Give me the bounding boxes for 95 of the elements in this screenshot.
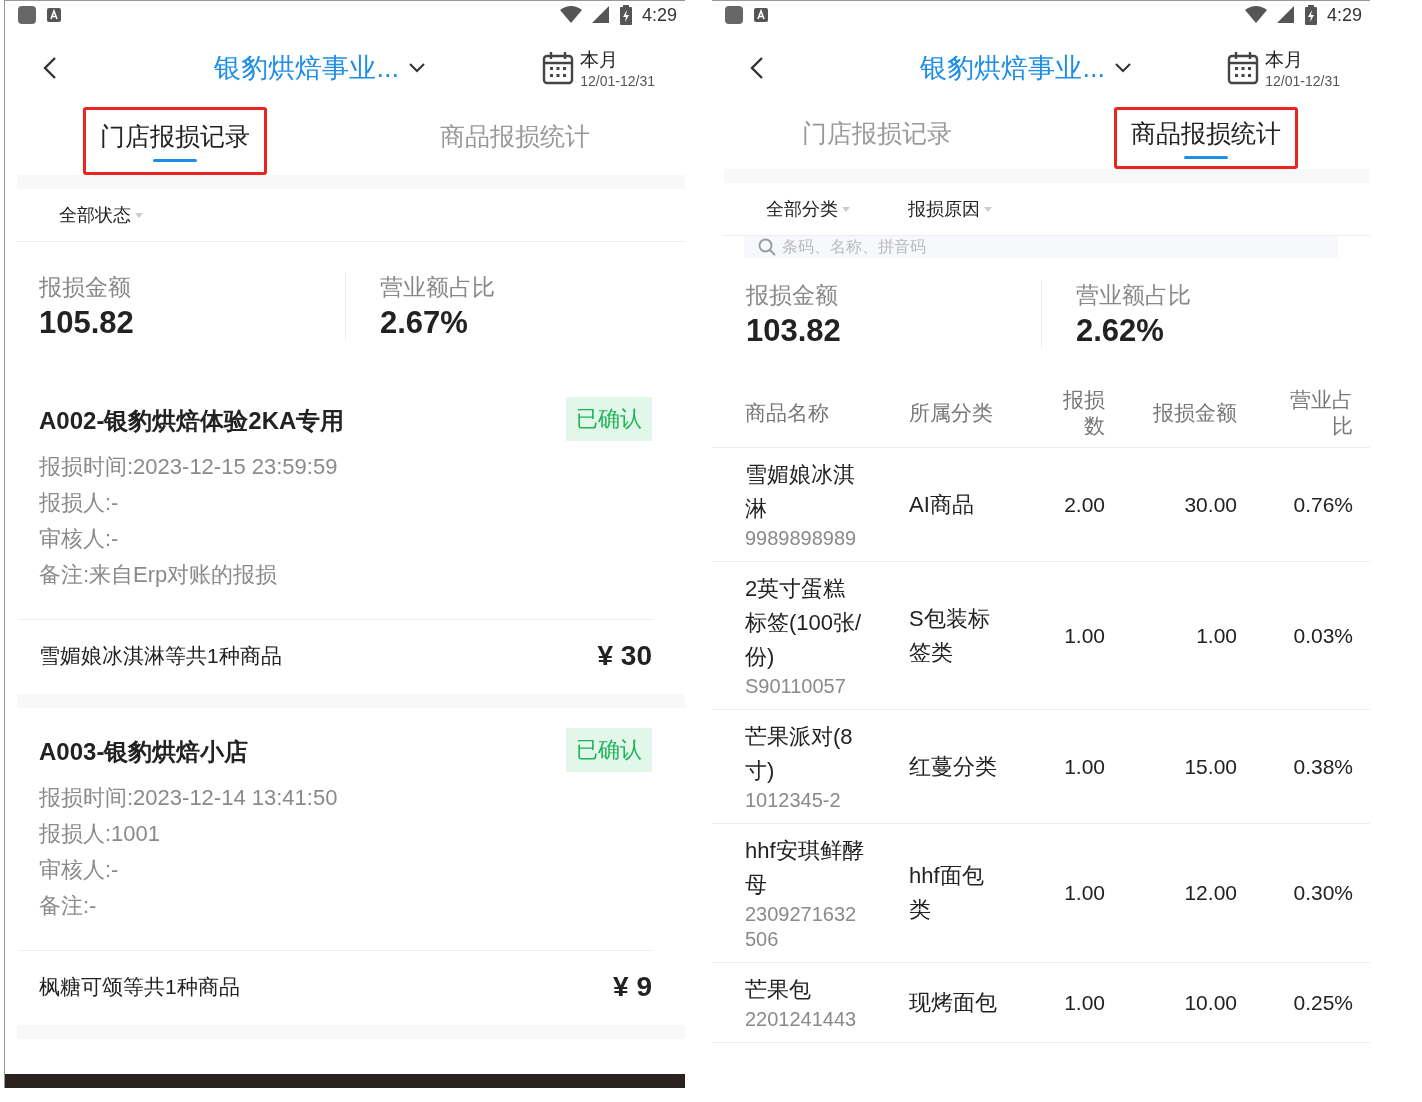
- signal-icon: [591, 6, 610, 24]
- date-range-picker[interactable]: 本月 12/01-12/31: [1227, 47, 1340, 89]
- filter-dropdown[interactable]: 全部分类: [766, 197, 850, 221]
- filter-dropdown[interactable]: 全部状态: [59, 203, 143, 227]
- amount-cell-text: 10.00: [1183, 990, 1237, 1015]
- product-name: 芒果派对(8寸): [745, 723, 854, 785]
- back-button[interactable]: [43, 56, 57, 80]
- category-cell-text: S包装标签类: [909, 604, 991, 667]
- tab[interactable]: 商品报损统计: [1113, 107, 1298, 169]
- record-amount: ¥ 30: [597, 640, 652, 672]
- column-header: 报损金额: [1152, 400, 1237, 426]
- product-code: 9989898989: [745, 526, 858, 551]
- summary-value: 2.62%: [1076, 313, 1165, 349]
- chevron-down-icon: [1114, 63, 1131, 73]
- quantity-cell-text: 1.00: [1063, 990, 1105, 1015]
- record-detail: 备注:来自Erp对账的报损: [39, 561, 279, 589]
- caret-icon: [842, 206, 850, 212]
- record-detail: 报损人:-: [39, 489, 120, 517]
- product-name: 雪媚娘冰淇淋: [745, 461, 856, 523]
- amount-cell-text: 1.00: [1195, 623, 1237, 648]
- app-icon: [724, 5, 744, 25]
- record-detail: 审核人:-: [39, 525, 120, 553]
- wifi-icon: [1244, 6, 1267, 24]
- quantity-cell-text: 1.00: [1063, 881, 1105, 905]
- date-range: 12/01-12/31: [1265, 73, 1340, 89]
- share-cell-text: 0.30%: [1292, 881, 1353, 905]
- product-name: 2英寸蛋糕标签(100张/份): [745, 575, 863, 671]
- share-cell-text: 0.25%: [1292, 990, 1353, 1015]
- summary-label: 营业额占比: [380, 273, 495, 302]
- product-code: S90110057: [745, 674, 847, 699]
- column-header: 报损数: [1062, 387, 1105, 439]
- summary-label: 报损金额: [746, 281, 839, 310]
- record-detail: 报损时间:2023-12-15 23:59:59: [39, 453, 339, 481]
- battery-icon: [619, 5, 632, 25]
- status-badge: 已确认: [566, 728, 652, 772]
- date-range: 12/01-12/31: [580, 73, 655, 89]
- battery-icon: [1304, 5, 1317, 25]
- quantity-cell-text: 2.00: [1063, 492, 1105, 517]
- amount-cell-text: 30.00: [1183, 492, 1237, 517]
- record-detail: 报损时间:2023-12-14 13:41:50: [39, 784, 339, 812]
- record-title: A002-银豹烘焙体验2KA专用: [39, 406, 345, 436]
- category-cell-text: AI商品: [909, 490, 975, 519]
- calendar-icon: [1227, 51, 1260, 85]
- summary-value: 105.82: [39, 305, 135, 341]
- amount-cell-text: 12.00: [1183, 881, 1237, 905]
- category-cell-text: 现烤面包: [909, 988, 998, 1017]
- date-range-picker[interactable]: 本月 12/01-12/31: [542, 47, 655, 89]
- product-code: 2309271632506: [745, 902, 858, 952]
- chevron-down-icon: [408, 63, 425, 73]
- column-header: 商品名称: [745, 400, 830, 426]
- wifi-icon: [559, 6, 582, 24]
- category-cell-text: hhf面包类: [909, 862, 985, 924]
- app-icon: [17, 5, 37, 25]
- summary-label: 营业额占比: [1076, 281, 1191, 310]
- caret-icon: [135, 212, 143, 218]
- period-label: 本月: [1265, 48, 1305, 72]
- record-title: A003-银豹烘焙小店: [39, 737, 249, 767]
- signal-icon: [1276, 6, 1295, 24]
- product-name: hhf安琪鲜酵母: [745, 837, 865, 899]
- share-cell-text: 0.38%: [1292, 754, 1353, 779]
- column-header: 营业占比: [1289, 387, 1353, 439]
- caret-icon: [984, 206, 992, 212]
- product-code: 2201241443: [745, 1007, 858, 1032]
- goods-summary: 枫糖可颂等共1种商品: [39, 974, 240, 1000]
- product-code: 1012345-2: [745, 788, 842, 813]
- share-cell-text: 0.76%: [1292, 492, 1353, 517]
- letter-a-icon: [47, 8, 61, 22]
- calendar-icon: [542, 51, 575, 85]
- back-icon: [43, 56, 57, 80]
- filter-dropdown[interactable]: 报损原因: [908, 197, 992, 221]
- record-detail: 备注:-: [39, 892, 98, 920]
- search-icon: [758, 238, 776, 256]
- quantity-cell-text: 1.00: [1063, 754, 1105, 779]
- category-cell-text: 红蔓分类: [909, 752, 998, 781]
- record-detail: 审核人:-: [39, 856, 120, 884]
- share-cell-text: 0.03%: [1292, 623, 1353, 648]
- record-amount: ¥ 9: [613, 971, 652, 1003]
- status-time: 4:29: [1326, 4, 1362, 26]
- back-button[interactable]: [750, 56, 764, 80]
- tab[interactable]: 门店报损记录: [83, 107, 267, 175]
- status-time: 4:29: [641, 4, 677, 26]
- back-icon: [750, 56, 764, 80]
- amount-cell-text: 15.00: [1183, 754, 1237, 779]
- summary-label: 报损金额: [39, 273, 132, 302]
- status-badge: 已确认: [566, 397, 652, 441]
- goods-summary: 雪媚娘冰淇淋等共1种商品: [39, 643, 282, 669]
- period-label: 本月: [580, 48, 620, 72]
- product-name: 芒果包: [745, 976, 812, 1004]
- summary-value: 103.82: [746, 313, 842, 349]
- column-header: 所属分类: [909, 400, 994, 426]
- record-detail: 报损人:1001: [39, 820, 162, 848]
- summary-value: 2.67%: [380, 305, 469, 341]
- quantity-cell-text: 1.00: [1063, 623, 1105, 648]
- letter-a-icon: [754, 8, 768, 22]
- search-field[interactable]: 条码、名称、拼音码: [744, 236, 1338, 258]
